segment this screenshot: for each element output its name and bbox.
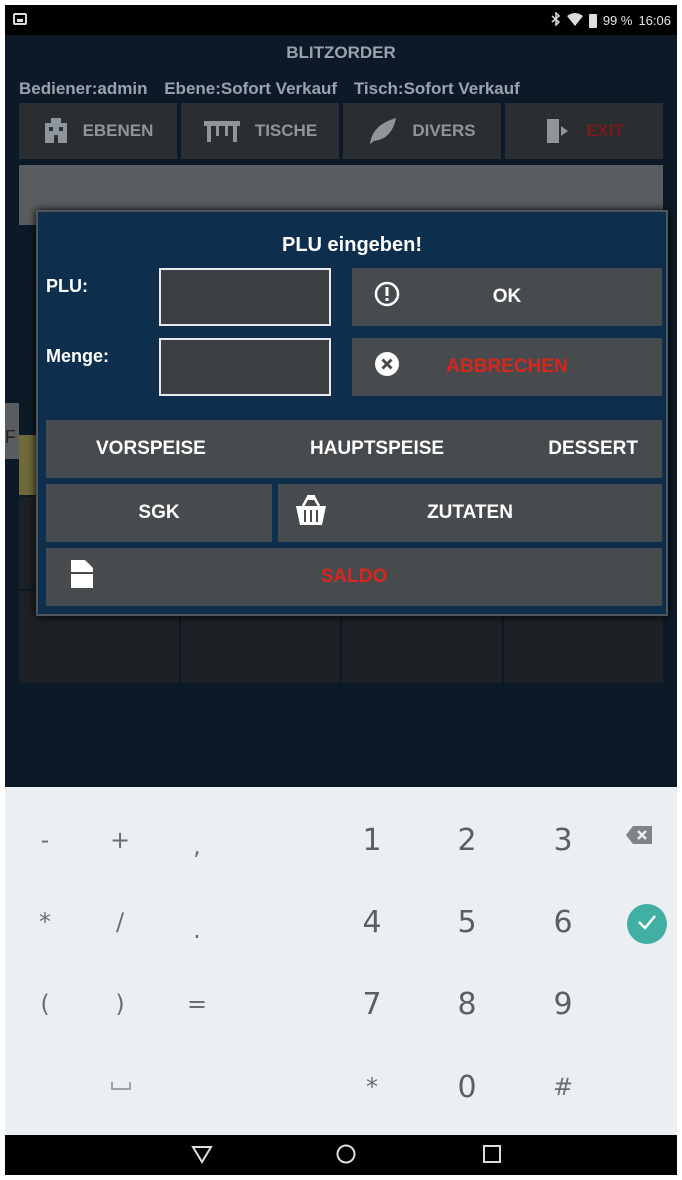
key-0[interactable]: 0 xyxy=(432,1062,502,1112)
ingredients-button[interactable]: ZUTATEN xyxy=(278,484,662,542)
key-2[interactable]: 2 xyxy=(432,815,502,865)
key-1[interactable]: 1 xyxy=(337,815,407,865)
key-star[interactable]: * xyxy=(337,1062,407,1112)
plu-dialog: PLU eingeben! PLU: Menge: OK ABBRECHEN V… xyxy=(36,210,668,616)
main-toolbar: EBENEN TISCHE DIVERS EXIT xyxy=(19,103,663,159)
grid-edge-label: F xyxy=(5,403,19,459)
device-screen: 99 % 16:06 BLITZORDER Bediener:admin Ebe… xyxy=(5,5,677,1175)
misc-label: DIVERS xyxy=(412,121,476,140)
status-bar: 99 % 16:06 xyxy=(5,5,677,35)
level-label: Ebene:Sofort Verkauf xyxy=(164,79,338,98)
alert-circle-icon xyxy=(374,281,400,313)
backspace-icon[interactable] xyxy=(625,825,653,845)
app-title: BLITZORDER xyxy=(286,43,396,62)
key-minus[interactable]: - xyxy=(10,815,80,865)
key-equals[interactable]: = xyxy=(162,979,232,1029)
ingredients-label: ZUTATEN xyxy=(427,502,513,523)
key-asterisk[interactable]: * xyxy=(10,897,80,947)
leaf-icon xyxy=(368,117,398,145)
navigation-bar xyxy=(5,1135,677,1175)
clock: 16:06 xyxy=(638,13,671,28)
cancel-button[interactable]: ABBRECHEN xyxy=(352,338,662,396)
key-comma[interactable]: , xyxy=(162,821,232,871)
bluetooth-icon xyxy=(551,11,561,29)
plu-label: PLU: xyxy=(46,276,88,296)
wifi-icon xyxy=(566,12,583,29)
balance-button[interactable]: SALDO xyxy=(46,548,662,606)
sgk-button[interactable]: SGK xyxy=(46,484,272,542)
key-period[interactable]: . xyxy=(162,905,232,955)
key-plus[interactable]: + xyxy=(85,815,155,865)
battery-percent: 99 % xyxy=(602,13,633,28)
operator-label: Bediener:admin xyxy=(19,79,148,98)
tables-button[interactable]: TISCHE xyxy=(181,103,339,159)
basket-icon xyxy=(294,494,328,532)
category-main-button[interactable]: HAUPTSPEISE xyxy=(310,438,444,460)
ok-button[interactable]: OK xyxy=(352,268,662,326)
document-icon xyxy=(70,559,94,595)
plu-input[interactable] xyxy=(159,268,331,326)
key-5[interactable]: 5 xyxy=(432,897,502,947)
levels-label: EBENEN xyxy=(82,121,154,140)
recent-apps-icon[interactable] xyxy=(481,1143,503,1170)
dialog-title: PLU eingeben! xyxy=(281,234,422,256)
battery-icon xyxy=(588,13,597,28)
tables-label: TISCHE xyxy=(254,121,318,140)
key-7[interactable]: 7 xyxy=(337,979,407,1029)
exit-door-icon xyxy=(544,117,572,145)
balance-label: SALDO xyxy=(320,566,388,587)
key-3[interactable]: 3 xyxy=(528,815,598,865)
levels-button[interactable]: EBENEN xyxy=(19,103,177,159)
exit-button[interactable]: EXIT xyxy=(505,103,663,159)
quantity-input[interactable] xyxy=(159,338,331,396)
category-bar: VORSPEISE HAUPTSPEISE DESSERT xyxy=(46,420,662,478)
space-key[interactable] xyxy=(111,1082,131,1090)
sgk-label: SGK xyxy=(138,502,180,523)
session-info: Bediener:admin Ebene:Sofort Verkauf Tisc… xyxy=(19,79,532,99)
category-dessert-button[interactable]: DESSERT xyxy=(548,438,638,460)
key-slash[interactable]: / xyxy=(85,897,155,947)
category-starter-button[interactable]: VORSPEISE xyxy=(96,438,206,460)
key-hash[interactable]: # xyxy=(528,1062,598,1112)
back-icon[interactable] xyxy=(191,1143,213,1170)
check-icon xyxy=(637,914,657,935)
close-circle-icon xyxy=(374,351,400,383)
key-9[interactable]: 9 xyxy=(528,979,598,1029)
quantity-label: Menge: xyxy=(46,346,109,366)
key-8[interactable]: 8 xyxy=(432,979,502,1029)
building-icon xyxy=(43,117,69,145)
table-label: Tisch:Sofort Verkauf xyxy=(353,79,520,98)
key-6[interactable]: 6 xyxy=(528,897,598,947)
notification-icon xyxy=(13,13,27,25)
home-icon[interactable] xyxy=(335,1143,357,1170)
key-open-paren[interactable]: ( xyxy=(10,979,80,1029)
misc-button[interactable]: DIVERS xyxy=(343,103,501,159)
numeric-keyboard: - + , 1 2 3 * / . 4 5 6 ( ) = 7 8 9 * 0 … xyxy=(5,787,677,1135)
table-icon xyxy=(203,118,241,144)
key-close-paren[interactable]: ) xyxy=(85,979,155,1029)
key-4[interactable]: 4 xyxy=(337,897,407,947)
exit-label: EXIT xyxy=(586,121,624,140)
enter-key[interactable] xyxy=(627,904,667,944)
